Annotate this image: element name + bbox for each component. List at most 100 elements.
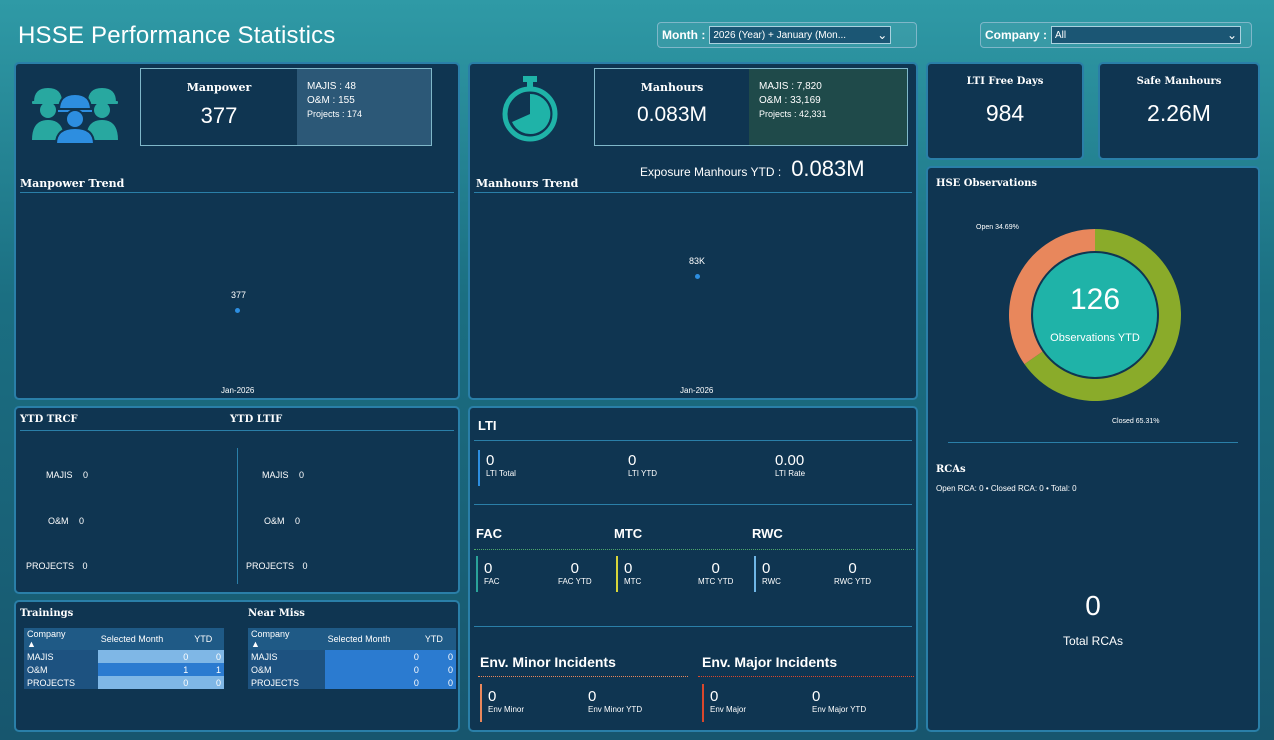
ltif-label: O&M (264, 516, 285, 526)
observations-center-label: Observations YTD (1050, 332, 1140, 344)
manpower-value: 377 (200, 103, 238, 128)
manhours-projects: Projects : 42,331 (759, 109, 827, 119)
rcas-summary: Open RCA: 0 • Closed RCA: 0 • Total: 0 (936, 484, 1077, 493)
month-slicer-label: Month : (662, 28, 706, 42)
table-cell: PROJECTS (248, 676, 325, 689)
ltif-row-projects: PROJECTS 0 (246, 561, 308, 571)
manhours-majis: MAJIS : 7,820 (759, 81, 822, 92)
ltif-title: YTD LTIF (230, 414, 283, 425)
lti-ytd-label: LTI YTD (628, 469, 658, 478)
env-major-accent-bar (702, 684, 704, 722)
table-row[interactable]: O&M 0 0 (248, 663, 456, 676)
table-cell: 0 (324, 676, 422, 689)
fac-label: FAC (484, 577, 500, 586)
fac-title: FAC (476, 526, 502, 541)
lti-total-value: 0 (486, 452, 495, 469)
fac-value: 0 (484, 560, 493, 577)
table-row[interactable]: O&M 1 1 (24, 663, 224, 676)
mtc-value-block: 0 MTC (624, 560, 641, 586)
lti-free-days-value: 984 (985, 100, 1025, 126)
ltif-label: PROJECTS (246, 561, 295, 571)
table-row[interactable]: PROJECTS 0 0 (24, 676, 224, 689)
table-row[interactable]: MAJIS 0 0 (24, 650, 224, 663)
ltif-value: 0 (295, 516, 301, 526)
column-header[interactable]: YTD (191, 628, 224, 650)
observations-closed-label: Closed 65.31% (1112, 418, 1160, 425)
env-major-ytd-label: Env Major YTD (812, 705, 867, 714)
rwc-ytd-block: 0 RWC YTD (834, 560, 871, 586)
mtc-accent-bar (616, 556, 618, 592)
manhours-trend-point[interactable] (695, 274, 700, 279)
env-major-label: Env Major (710, 705, 747, 714)
column-header[interactable]: YTD (421, 628, 456, 650)
env-minor-value: 0 (488, 688, 497, 705)
chevron-down-icon[interactable]: ⌄ (1227, 29, 1237, 41)
env-major-value: 0 (710, 688, 719, 705)
fac-ytd-label: FAC YTD (558, 577, 592, 586)
trcf-title: YTD TRCF (20, 414, 78, 425)
trcf-value: 0 (83, 470, 89, 480)
manpower-trend-title: Manpower Trend (20, 177, 125, 190)
env-minor-accent-bar (480, 684, 482, 722)
fac-value-block: 0 FAC (484, 560, 500, 586)
table-row[interactable]: MAJIS 0 0 (248, 650, 456, 663)
table-row[interactable]: PROJECTS 0 0 (248, 676, 456, 689)
manhours-trend-x-label: Jan-2026 (680, 386, 714, 395)
trcf-ltif-panel: YTD TRCF YTD LTIF MAJIS 0 O&M 0 PROJECTS… (14, 406, 460, 594)
manhours-value: 0.083M (636, 103, 708, 126)
manhours-kpi-card: Manhours 0.083M MAJIS : 7,820 O&M : 33,1… (594, 68, 908, 146)
rcas-title: RCAs (936, 464, 966, 475)
table-cell: 0 (191, 676, 224, 689)
env-major-ytd-value: 0 (812, 688, 821, 705)
table-cell: MAJIS (24, 650, 98, 663)
table-cell: 0 (97, 676, 192, 689)
column-header[interactable]: Selected Month (324, 628, 422, 650)
manpower-title: Manpower (186, 81, 252, 94)
rwc-title: RWC (752, 526, 783, 541)
chevron-down-icon[interactable]: ⌄ (877, 29, 887, 41)
manpower-trend-point[interactable] (235, 308, 240, 313)
manpower-projects: Projects : 174 (307, 109, 363, 119)
ltif-value: 0 (299, 470, 305, 480)
trcf-value: 0 (79, 516, 85, 526)
lti-ytd: 0 LTI YTD (628, 452, 657, 478)
manhours-trend-title: Manhours Trend (476, 177, 579, 190)
mtc-ytd-block: 0 MTC YTD (698, 560, 733, 586)
manpower-panel: Manpower 377 MAJIS : 48 O&M : 155 Projec… (14, 62, 460, 400)
lti-rate-value: 0.00 (775, 452, 805, 469)
column-header[interactable]: Company ▲ (24, 628, 98, 650)
month-dropdown[interactable]: 2026 (Year) + January (Mon... ⌄ (709, 26, 892, 44)
safe-manhours-title: Safe Manhours (1136, 76, 1222, 87)
manhours-title: Manhours (640, 81, 704, 94)
table-cell: 1 (191, 663, 224, 676)
trainings-table: Company ▲ Selected Month YTD MAJIS 0 0 O&… (24, 628, 224, 689)
env-major-title: Env. Major Incidents (702, 654, 838, 670)
table-cell: 0 (421, 676, 456, 689)
manhours-om: O&M : 33,169 (759, 95, 821, 106)
page-title: HSSE Performance Statistics (18, 22, 336, 49)
manpower-kpi-card: Manpower 377 MAJIS : 48 O&M : 155 Projec… (140, 68, 432, 146)
column-header[interactable]: Selected Month (97, 628, 192, 650)
company-dropdown[interactable]: All ⌄ (1051, 26, 1242, 44)
mtc-ytd-value: 0 (711, 560, 720, 577)
manhours-trend-point-label: 83K (689, 256, 706, 266)
trcf-label: PROJECTS (26, 561, 75, 571)
rwc-label: RWC (762, 577, 781, 586)
mtc-value: 0 (624, 560, 633, 577)
ltif-row-majis: MAJIS 0 (262, 470, 304, 480)
table-cell: 1 (97, 663, 192, 676)
month-slicer[interactable]: Month : 2026 (Year) + January (Mon... ⌄ (657, 22, 917, 48)
stopwatch-icon (500, 76, 560, 144)
lti-free-days-title: LTI Free Days (966, 76, 1044, 87)
env-minor-value-block: 0 Env Minor (488, 688, 524, 714)
trcf-label: O&M (48, 516, 69, 526)
ltif-label: MAJIS (262, 470, 289, 480)
manpower-om: O&M : 155 (307, 95, 355, 106)
table-cell: 0 (324, 650, 422, 663)
trainings-nearmiss-panel: Trainings Near Miss Company ▲ Selected Mo… (14, 600, 460, 732)
column-header[interactable]: Company ▲ (248, 628, 325, 650)
rcas-total-value: 0 (1085, 590, 1101, 621)
observations-center-value: 126 (1069, 283, 1121, 316)
company-slicer[interactable]: Company : All ⌄ (980, 22, 1252, 48)
trcf-row-projects: PROJECTS 0 (26, 561, 88, 571)
